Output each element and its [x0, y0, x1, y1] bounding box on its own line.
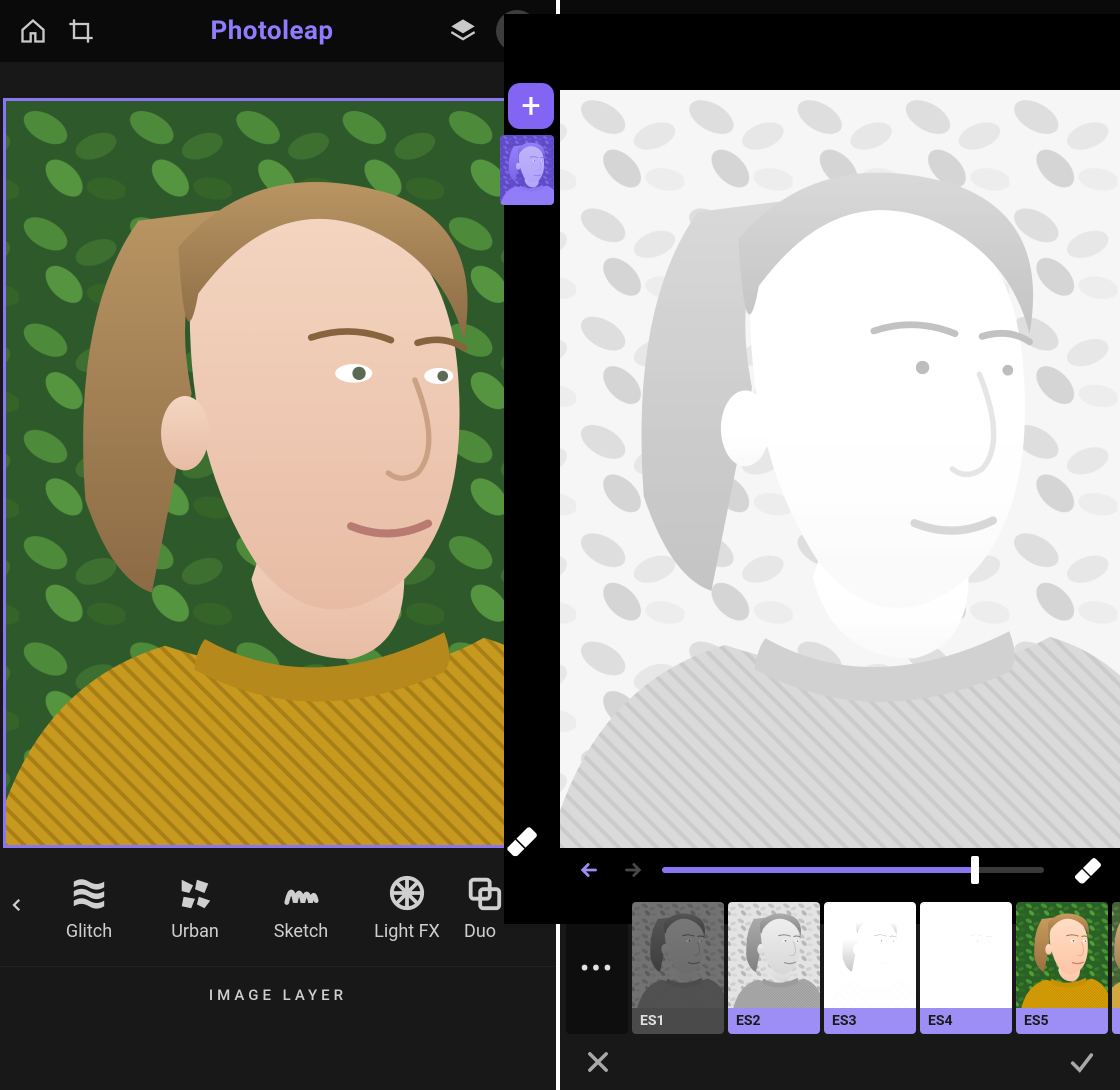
undo-icon[interactable] [578, 858, 602, 882]
preset-more-button[interactable]: ••• [566, 902, 628, 1034]
glitch-icon [69, 873, 109, 913]
canvas-wrap: + Glitch [0, 62, 556, 1090]
preset-strip: ••• ES1 ES2 [560, 896, 1120, 1034]
preset-thumb [824, 902, 916, 1008]
layers-icon[interactable] [448, 16, 478, 46]
preset-es4[interactable]: ES4 [920, 902, 1012, 1034]
confirm-button[interactable] [1062, 1042, 1102, 1082]
preset-es2[interactable]: ES2 [728, 902, 820, 1034]
preset-thumb [1016, 902, 1108, 1008]
tool-urban[interactable]: Urban [146, 873, 244, 942]
home-icon[interactable] [18, 16, 48, 46]
preset-thumb [632, 902, 724, 1008]
tool-label: Sketch [274, 921, 328, 942]
photo[interactable] [6, 101, 550, 845]
share-button[interactable] [496, 10, 538, 52]
preset-label: ES3 [824, 1008, 916, 1034]
layer-bar[interactable]: IMAGE LAYER [0, 966, 556, 1022]
tool-duo[interactable]: Duo [464, 873, 516, 942]
preset-es1[interactable]: ES1 [632, 902, 724, 1034]
tool-glitch[interactable]: Glitch [40, 873, 138, 942]
tool-lightfx[interactable]: Light FX [358, 873, 456, 942]
header: Sketch [560, 0, 1120, 54]
confirm-row [560, 1034, 1120, 1090]
photo-sketch[interactable] [560, 90, 1120, 848]
tool-label: Duo [464, 921, 496, 942]
sketch-pane: Sketch ••• [560, 0, 1120, 1090]
preset-es3[interactable]: ES3 [824, 902, 916, 1034]
header: Photoleap [0, 0, 556, 62]
preset-es5[interactable]: ES5 [1016, 902, 1108, 1034]
canvas[interactable] [560, 90, 1120, 848]
intensity-slider[interactable] [662, 867, 1044, 873]
compare-icon[interactable] [578, 12, 608, 42]
slider-fill [662, 867, 975, 873]
urban-icon [175, 873, 215, 913]
duo-icon [464, 873, 504, 913]
app-title: Photoleap [210, 16, 333, 46]
tool-sketch[interactable]: Sketch [252, 873, 350, 942]
editor-pane: Photoleap + [0, 0, 560, 1090]
chevron-left-icon[interactable] [8, 896, 32, 918]
sketch-icon [281, 873, 321, 913]
preset-label: ES5 [1016, 1008, 1108, 1034]
canvas-wrap: ••• ES1 ES2 [560, 54, 1120, 1090]
eraser-icon[interactable] [504, 825, 538, 859]
preset-label: ES6 [1112, 1008, 1120, 1034]
preset-es6[interactable]: ES6 [1112, 902, 1120, 1034]
redo-icon[interactable] [620, 858, 644, 882]
preset-thumb [728, 902, 820, 1008]
crop-icon[interactable] [66, 16, 96, 46]
screen-title: Sketch [578, 13, 1102, 41]
eraser-icon[interactable] [1072, 856, 1102, 886]
preset-label: ES4 [920, 1008, 1012, 1034]
tool-label: Glitch [66, 921, 112, 942]
preset-thumb [1112, 902, 1120, 1008]
canvas[interactable]: + [3, 98, 553, 848]
add-layer-button[interactable]: + [508, 83, 554, 129]
preset-label: ES1 [632, 1008, 724, 1034]
adjust-row [560, 850, 1120, 890]
preset-thumb [920, 902, 1012, 1008]
tool-label: Light FX [374, 921, 440, 942]
cancel-button[interactable] [578, 1042, 618, 1082]
tool-label: Urban [171, 921, 219, 942]
layer-thumbnail[interactable] [500, 135, 554, 205]
preset-label: ES2 [728, 1008, 820, 1034]
lightfx-icon [387, 873, 427, 913]
slider-handle[interactable] [971, 856, 979, 884]
tool-row: Glitch Urban Sketch Light FX [0, 848, 556, 966]
